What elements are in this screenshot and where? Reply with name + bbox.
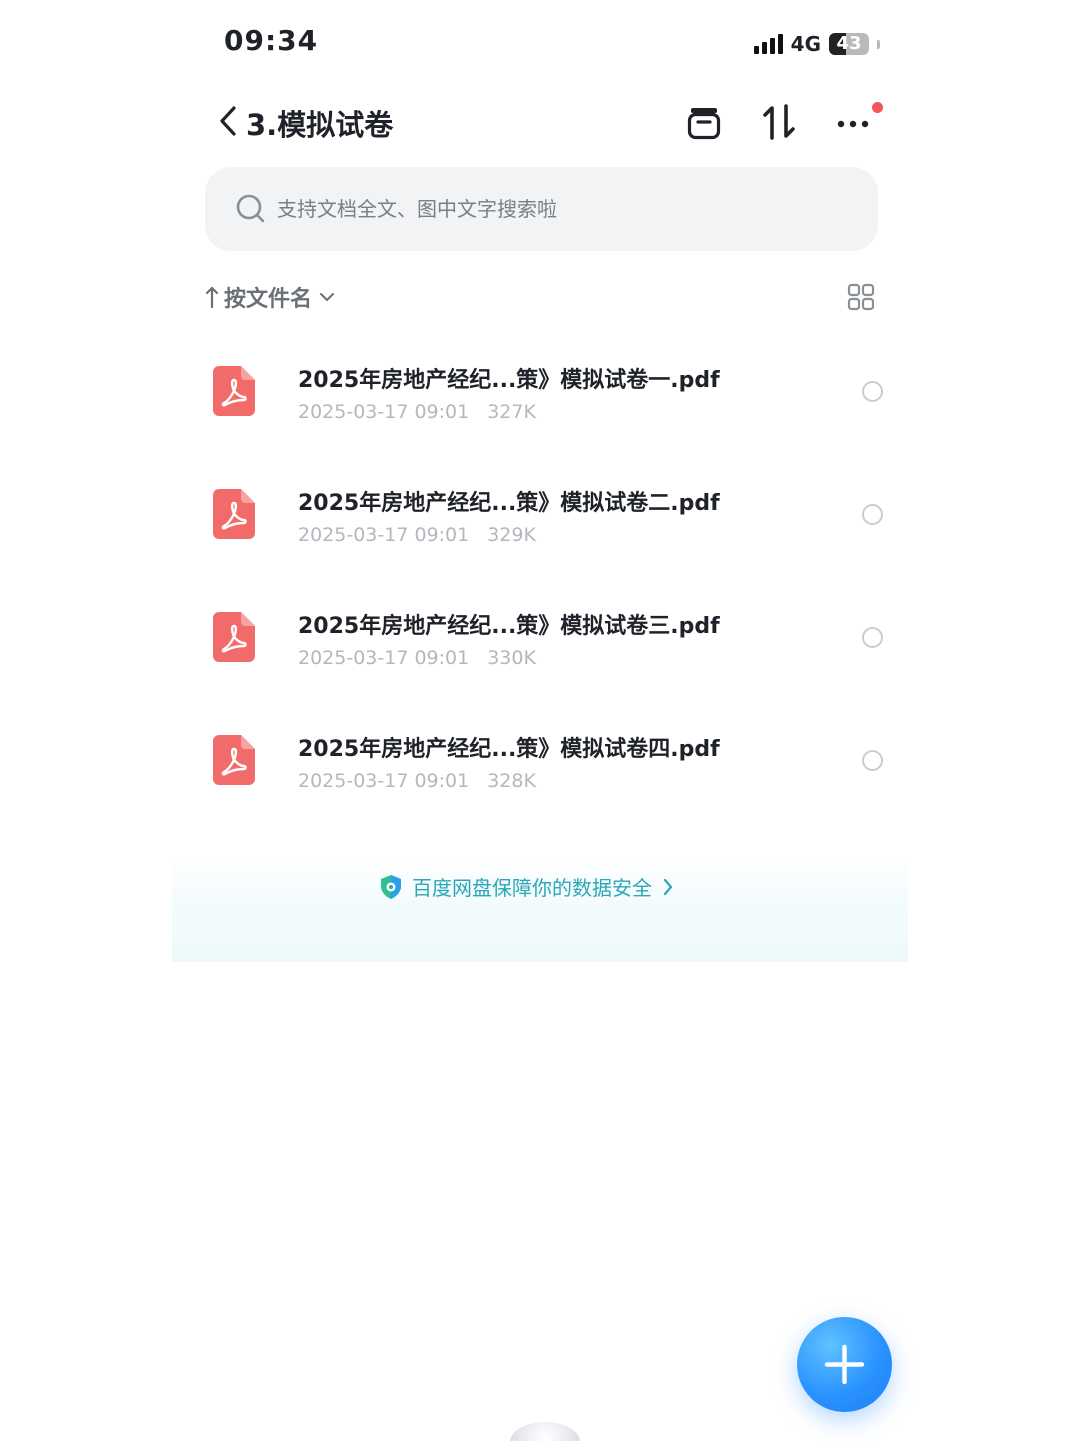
file-size: 327K [487,401,536,423]
plus-icon [824,1344,865,1385]
select-radio[interactable] [862,381,883,402]
screen: 09:34 4G 43 3.模拟试卷 支持文档全文、图中文字搜索啦 按文件名 2… [0,0,1080,1441]
security-banner: 百度网盘保障你的数据安全 [172,856,908,962]
security-link[interactable]: 百度网盘保障你的数据安全 [378,872,676,901]
file-meta: 2025-03-17 09:01 330K [298,647,536,669]
network-type: 4G [790,32,821,56]
file-meta: 2025-03-17 09:01 328K [298,770,536,792]
assistive-touch-bubble[interactable] [510,1422,580,1441]
file-name: 2025年房地产经纪...策》模拟试卷四.pdf [298,737,720,762]
back-icon[interactable] [214,104,244,138]
file-name: 2025年房地产经纪...策》模拟试卷二.pdf [298,491,720,516]
grid-view-icon[interactable] [847,283,875,311]
status-time: 09:34 [224,24,319,57]
search-input[interactable] [277,197,837,221]
battery-icon: 43 [829,33,869,55]
select-radio[interactable] [862,750,883,771]
signal-icon [753,34,783,54]
sort-button[interactable] [757,100,801,144]
file-name: 2025年房地产经纪...策》模拟试卷三.pdf [298,614,720,639]
more-button[interactable] [832,100,876,144]
search-icon [236,194,265,223]
arrow-up-icon [205,286,219,309]
security-text: 百度网盘保障你的数据安全 [412,876,652,900]
notification-dot [872,102,883,113]
select-radio[interactable] [862,627,883,648]
file-meta: 2025-03-17 09:01 329K [298,524,536,546]
file-row[interactable]: 2025年房地产经纪...策》模拟试卷二.pdf 2025-03-17 09:0… [205,467,895,567]
file-name: 2025年房地产经纪...策》模拟试卷一.pdf [298,368,720,393]
file-row[interactable]: 2025年房地产经纪...策》模拟试卷三.pdf 2025-03-17 09:0… [205,590,895,690]
file-date: 2025-03-17 09:01 [298,401,470,423]
more-icon [837,120,869,128]
battery-cap [877,39,880,49]
file-date: 2025-03-17 09:01 [298,524,470,546]
page-title: 3.模拟试卷 [246,108,394,142]
file-meta: 2025-03-17 09:01 327K [298,401,536,423]
pdf-file-icon [213,735,255,785]
chevron-down-icon [320,293,335,301]
add-button[interactable] [797,1317,892,1412]
archive-icon [687,108,721,140]
file-date: 2025-03-17 09:01 [298,647,470,669]
pdf-file-icon [213,366,255,416]
status-indicators: 4G 43 [753,30,880,58]
sort-arrows-icon [763,104,795,140]
file-size: 329K [487,524,536,546]
chevron-right-icon [663,878,673,895]
battery-percent: 43 [836,33,862,54]
sort-label: 按文件名 [224,287,313,312]
file-date: 2025-03-17 09:01 [298,770,470,792]
pdf-file-icon [213,612,255,662]
archive-button[interactable] [682,100,726,144]
search-bar[interactable] [205,167,878,251]
file-size: 330K [487,647,536,669]
file-row[interactable]: 2025年房地产经纪...策》模拟试卷一.pdf 2025-03-17 09:0… [205,344,895,444]
shield-icon [381,874,401,899]
select-radio[interactable] [862,504,883,525]
pdf-file-icon [213,489,255,539]
file-row[interactable]: 2025年房地产经纪...策》模拟试卷四.pdf 2025-03-17 09:0… [205,713,895,813]
sort-selector[interactable]: 按文件名 [204,282,338,312]
file-size: 328K [487,770,536,792]
